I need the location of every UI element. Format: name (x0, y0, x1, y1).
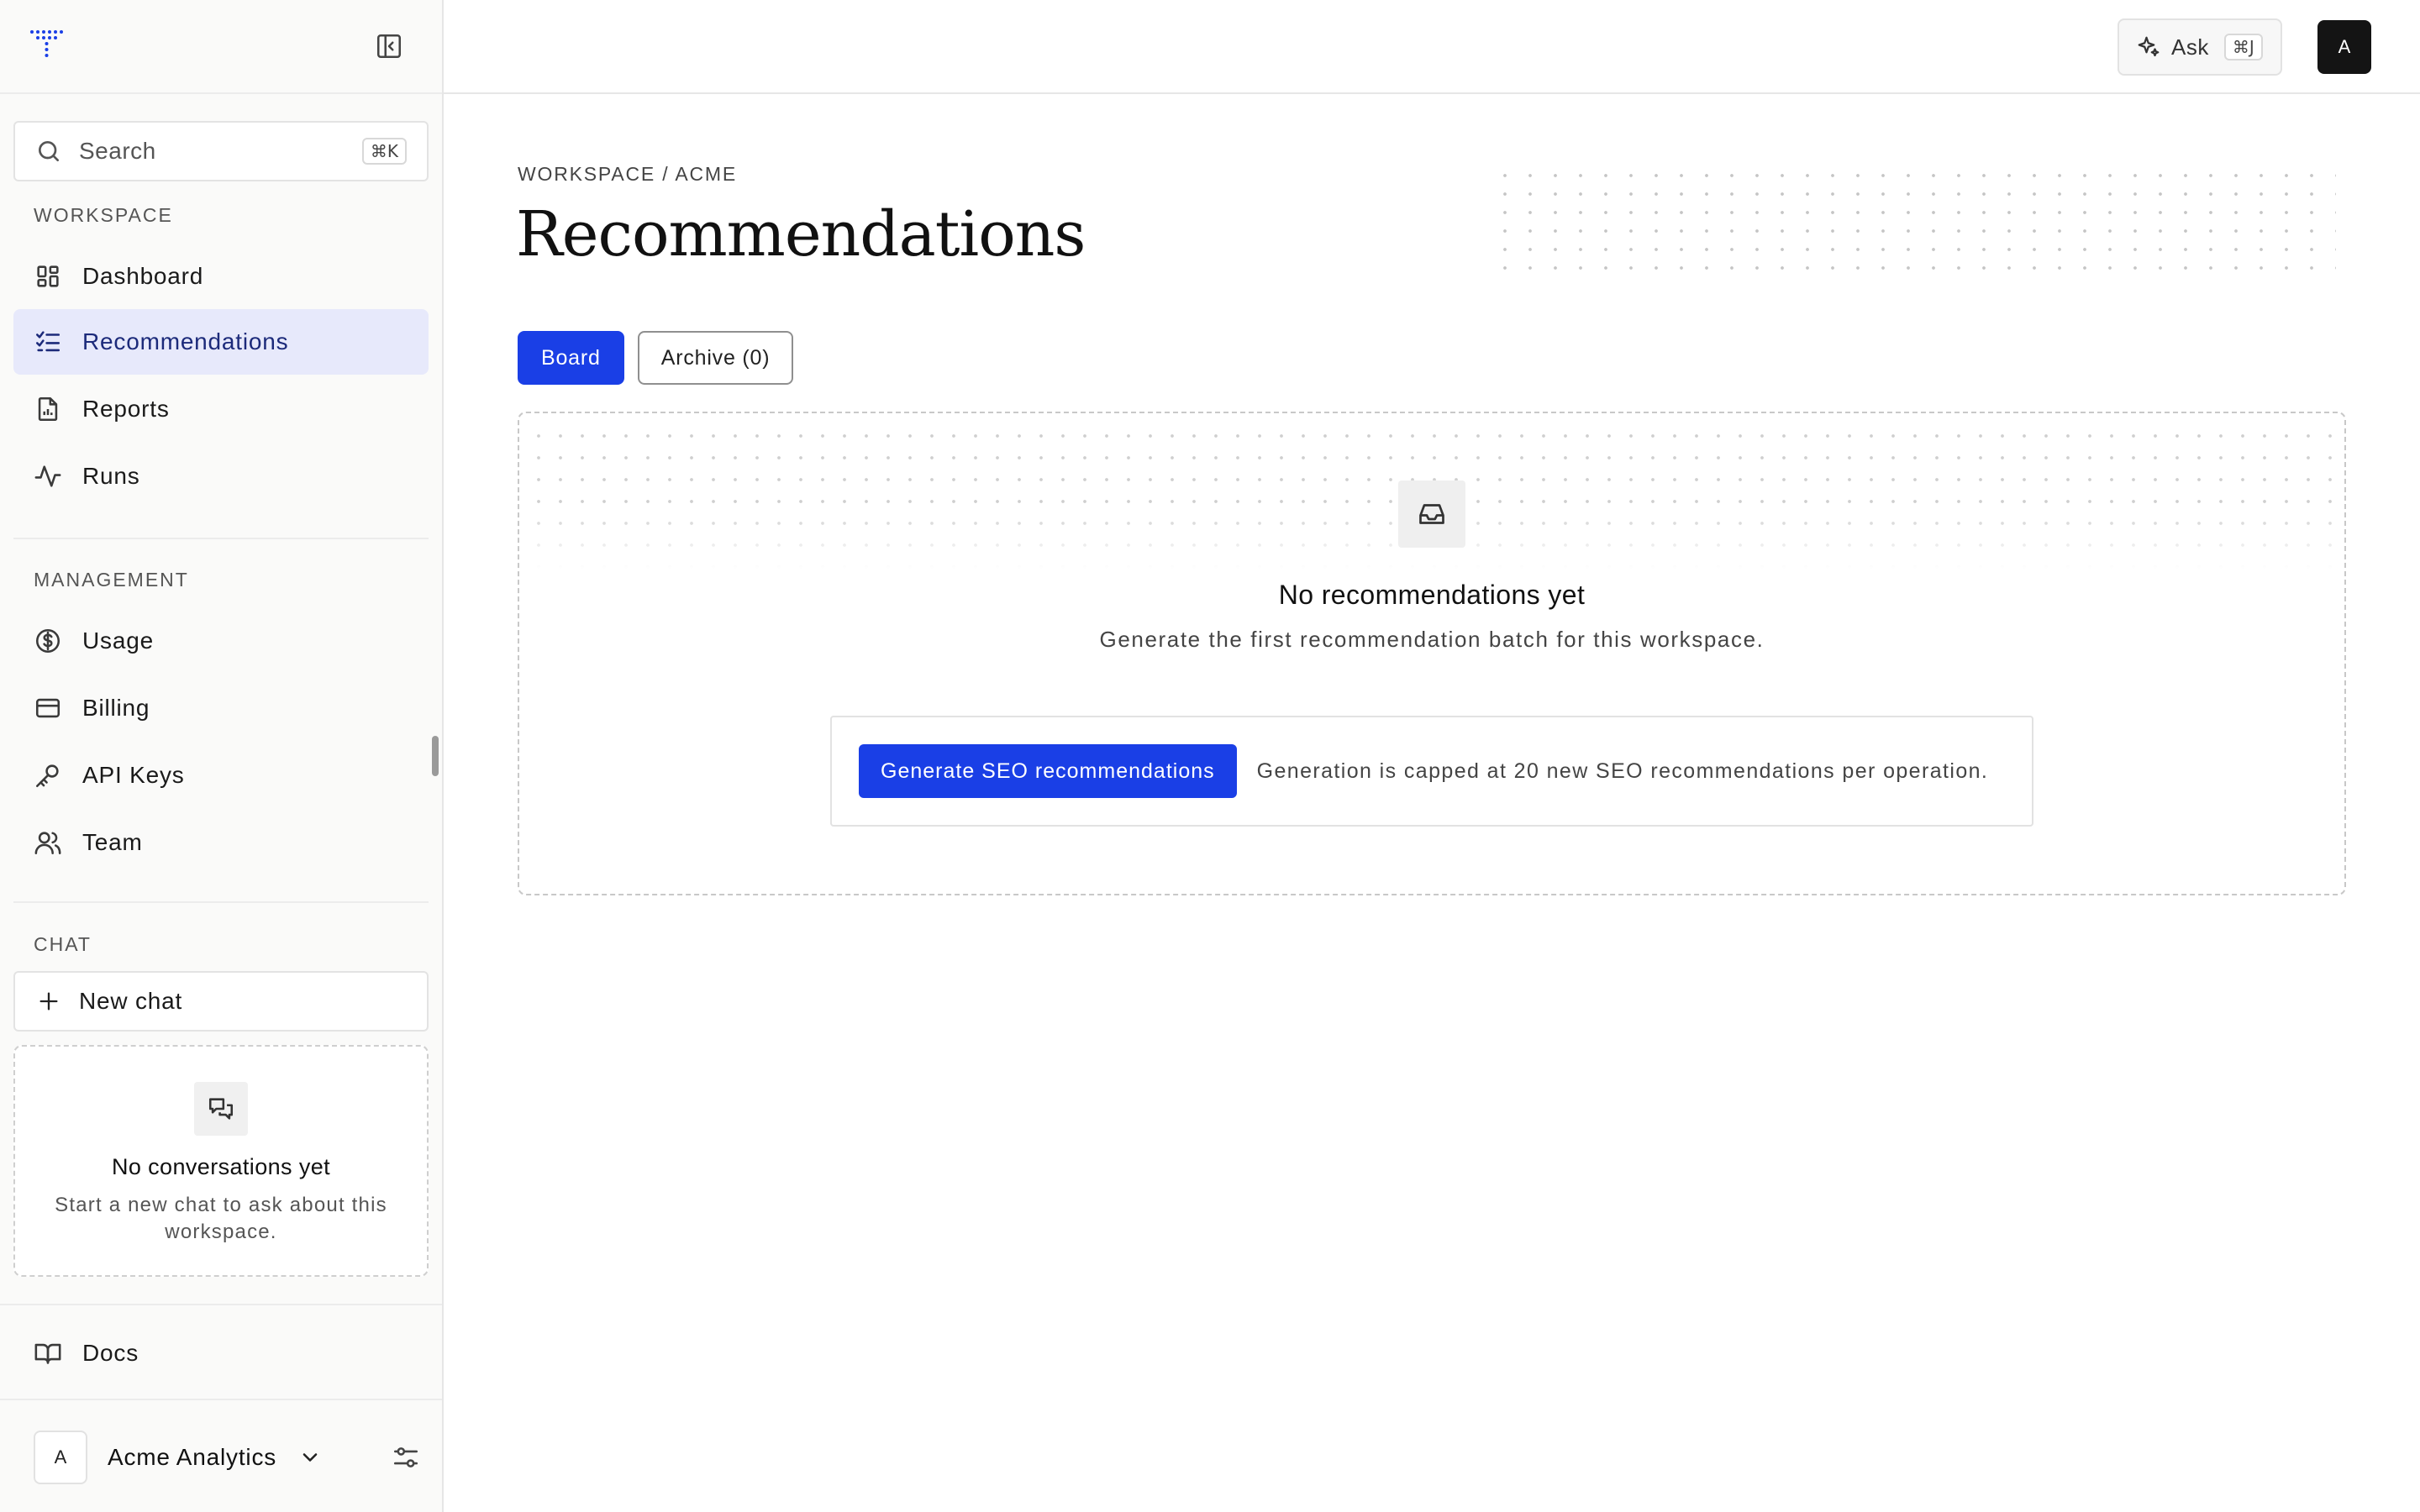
sidebar-item-label: Reports (82, 396, 170, 422)
search-icon (35, 138, 62, 165)
grid-icon (34, 262, 62, 291)
plus-icon (37, 990, 60, 1013)
sidebar-item-label: Recommendations (82, 328, 289, 354)
sidebar-divider (0, 1399, 442, 1400)
checklist-icon (34, 328, 62, 356)
sidebar-item-label: Runs (82, 463, 140, 489)
view-tabs: Board Archive (0) (518, 331, 794, 385)
users-icon (34, 828, 62, 857)
credit-card-icon (34, 694, 62, 722)
sidebar-item-label: Team (82, 829, 143, 855)
account-avatar: A (34, 1431, 87, 1484)
conversations-empty-title: No conversations yet (111, 1154, 331, 1179)
search-shortcut-badge: ⌘K (361, 138, 407, 165)
search-placeholder: Search (79, 138, 156, 164)
page-title: Recommendations (516, 198, 1086, 270)
account-switcher[interactable]: A Acme Analytics (34, 1431, 420, 1484)
sidebar-item-label: Billing (82, 695, 150, 721)
generation-cap-note: Generation is capped at 20 new SEO recom… (1256, 759, 1989, 783)
sidebar-scrollbar[interactable] (432, 736, 439, 776)
search-input[interactable]: Search ⌘K (13, 121, 429, 181)
sidebar-item-usage[interactable]: Usage (13, 608, 429, 674)
recommendations-empty-state: No recommendations yet Generate the firs… (518, 412, 2346, 895)
dollar-circle-icon (34, 627, 62, 655)
new-chat-label: New chat (79, 988, 183, 1014)
book-icon (34, 1339, 62, 1368)
sidebar-item-runs[interactable]: Runs (13, 444, 429, 509)
ask-shortcut-badge: ⌘J (2223, 34, 2263, 60)
sidebar-item-label: API Keys (82, 762, 185, 788)
sidebar: Search ⌘K WORKSPACE Dashboard Recommenda… (0, 0, 444, 1512)
sidebar-item-label: Docs (82, 1340, 139, 1366)
ask-label: Ask (2171, 34, 2209, 60)
breadcrumb: WORKSPACE / ACME (518, 163, 737, 185)
sidebar-item-api-keys[interactable]: API Keys (13, 743, 429, 808)
new-chat-button[interactable]: New chat (13, 971, 429, 1032)
key-icon (34, 761, 62, 790)
activity-icon (34, 462, 62, 491)
sidebar-item-billing[interactable]: Billing (13, 675, 429, 741)
conversations-empty-state: No conversations yet Start a new chat to… (13, 1045, 429, 1277)
generate-seo-recommendations-button[interactable]: Generate SEO recommendations (859, 744, 1237, 798)
sidebar-item-reports[interactable]: Reports (13, 376, 429, 442)
section-label-workspace: WORKSPACE (34, 204, 173, 226)
sidebar-item-team[interactable]: Team (13, 810, 429, 875)
sidebar-divider (0, 92, 442, 94)
topbar-divider (444, 92, 2420, 94)
decorative-dot-pattern (1492, 166, 2336, 284)
sidebar-item-docs[interactable]: Docs (13, 1320, 429, 1386)
chevron-down-icon[interactable] (298, 1446, 322, 1469)
report-file-icon (34, 395, 62, 423)
sidebar-divider (13, 538, 429, 539)
sidebar-item-recommendations[interactable]: Recommendations (13, 309, 429, 375)
section-label-management: MANAGEMENT (34, 569, 189, 591)
account-name: Acme Analytics (108, 1444, 277, 1470)
inbox-icon (1398, 480, 1465, 548)
tab-board[interactable]: Board (518, 331, 624, 385)
settings-sliders-icon[interactable] (392, 1443, 420, 1472)
chat-bubbles-icon (194, 1082, 248, 1136)
user-avatar[interactable]: A (2317, 20, 2371, 74)
empty-state-subtitle: Generate the first recommendation batch … (1099, 627, 1765, 652)
section-label-chat: CHAT (34, 933, 92, 955)
ask-ai-button[interactable]: Ask ⌘J (2118, 18, 2282, 76)
sidebar-divider (13, 901, 429, 903)
tab-archive[interactable]: Archive (0) (637, 331, 794, 385)
conversations-empty-text: Start a new chat to ask about this works… (55, 1194, 387, 1243)
sidebar-item-label: Dashboard (82, 263, 204, 289)
generate-card: Generate SEO recommendations Generation … (830, 716, 2033, 827)
empty-state-title: No recommendations yet (1278, 580, 1586, 610)
sparkles-icon (2136, 34, 2161, 60)
sidebar-item-dashboard[interactable]: Dashboard (13, 244, 429, 309)
collapse-sidebar-icon[interactable] (375, 32, 403, 60)
sidebar-divider (0, 1304, 442, 1305)
sidebar-item-label: Usage (82, 627, 154, 654)
app-logo-icon[interactable] (29, 29, 66, 59)
